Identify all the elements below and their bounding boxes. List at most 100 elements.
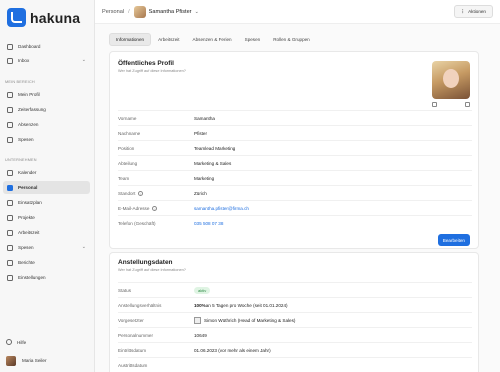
breadcrumb-personal[interactable]: Personal	[102, 9, 124, 15]
sidebar-item-inbox[interactable]: Inbox ⌄	[3, 54, 90, 67]
field-row: Eintrittsdatum 01.06.2023 (vor mehr als …	[118, 342, 472, 357]
inbox-icon	[7, 57, 13, 64]
sidebar-item-arbeitszeit[interactable]: Arbeitszeit	[3, 226, 90, 239]
person-selector[interactable]: Samantha Pfister	[149, 9, 192, 15]
chevron-down-icon[interactable]: ⌄	[195, 9, 199, 15]
sidebar-item-spesen[interactable]: Spesen ⌄	[3, 241, 90, 254]
field-value: 01.06.2023 (vor mehr als einem Jahr)	[194, 347, 271, 353]
pensum-percent: 100%	[194, 302, 206, 308]
phone-link[interactable]: 035 508 07 38	[194, 221, 223, 226]
sidebar-item-label: Personal	[18, 185, 38, 190]
field-row: Anstellungsverhältnis 100% an 5 Tagen pr…	[118, 297, 472, 312]
field-value: Simon Wüthrich (Head of Marketing & Sale…	[194, 316, 295, 324]
chart-icon	[7, 259, 13, 266]
sidebar-item-projekte[interactable]: Projekte	[3, 211, 90, 224]
app-logo[interactable]: hakuna	[7, 8, 80, 27]
field-label: Austrittsdatum	[118, 362, 148, 368]
field-value: 100% an 5 Tagen pro Woche (seit 01.01.20…	[194, 303, 288, 308]
sidebar-item-spesen-mein[interactable]: Spesen	[3, 133, 90, 146]
field-row: Austrittsdatum	[118, 357, 472, 372]
more-vertical-icon: ⋮	[460, 8, 466, 14]
status-badge: aktiv	[194, 286, 211, 294]
help-label: Hilfe	[17, 339, 27, 345]
field-row: Status aktiv	[118, 282, 472, 297]
breadcrumb-separator: /	[128, 9, 130, 15]
email-link[interactable]: samantha.pfister@firma.ch	[194, 206, 249, 211]
sidebar-item-einsatzplan[interactable]: Einsatzplan	[3, 196, 90, 209]
sidebar-item-label: Inbox	[18, 58, 30, 63]
access-info-link[interactable]: Wer hat Zugriff auf diese Informationen?	[118, 268, 186, 272]
delete-icon[interactable]	[465, 102, 470, 107]
edit-button[interactable]: Bearbeiten	[437, 234, 470, 246]
chevron-down-icon: ⌄	[81, 57, 86, 63]
tab-arbeitszeit[interactable]: Arbeitszeit	[152, 33, 185, 46]
calendar-icon	[7, 121, 13, 128]
supervisor-image-icon	[194, 316, 201, 324]
camera-icon[interactable]	[432, 102, 437, 107]
field-row: Telefon (Geschäft) 035 508 07 38	[118, 215, 472, 230]
info-icon[interactable]: i	[152, 205, 158, 211]
avatar	[6, 355, 16, 366]
field-label: Position	[118, 145, 135, 151]
field-row: E-Mail-Adresse i samantha.pfister@firma.c…	[118, 200, 472, 215]
supervisor-name[interactable]: Simon Wüthrich (Head of Marketing & Sale…	[204, 318, 295, 323]
field-value: Zürich	[194, 190, 207, 196]
user-menu[interactable]: Maria Seiler	[6, 354, 47, 367]
field-label: Telefon (Geschäft)	[118, 220, 156, 226]
chevron-down-icon: ⌄	[81, 244, 86, 250]
field-label: Team	[118, 175, 130, 181]
sidebar-item-zeiterfassung[interactable]: Zeiterfassung	[3, 103, 90, 116]
folder-icon	[7, 214, 13, 221]
sidebar-item-label: Berichte	[18, 260, 35, 265]
field-row: Nachname Pfister	[118, 125, 472, 140]
user-icon	[7, 91, 13, 98]
sidebar-item-absenzen[interactable]: Absenzen	[3, 118, 90, 131]
tab-bar: Informationen Arbeitszeit Absenzen & Fer…	[109, 33, 317, 46]
field-label: Personalnummer	[118, 332, 153, 338]
calendar-icon	[7, 169, 13, 176]
field-label: Eintrittsdatum	[118, 347, 147, 353]
sidebar-item-label: Kalender	[18, 170, 37, 175]
card-title: Anstellungsdaten	[118, 259, 173, 266]
field-label: Status	[118, 287, 132, 293]
tab-informationen[interactable]: Informationen	[109, 33, 152, 46]
sidebar-item-einstellungen[interactable]: Einstellungen	[3, 271, 90, 284]
field-row: Vorgesetzter Simon Wüthrich (Head of Mar…	[118, 312, 472, 327]
field-label-text: E-Mail-Adresse	[118, 205, 150, 211]
info-icon[interactable]: i	[138, 190, 144, 196]
field-value: Pfister	[194, 130, 208, 136]
field-row: Position Teamlead Marketing	[118, 140, 472, 155]
field-label: Anstellungsverhältnis	[118, 302, 162, 308]
help-link[interactable]: Hilfe	[6, 337, 26, 347]
field-value: Samantha	[194, 115, 215, 121]
receipt-icon	[7, 244, 13, 251]
public-profile-card: Öffentliches Profil Wer hat Zugriff auf …	[109, 51, 479, 249]
field-row: Abteilung Marketing & Sales	[118, 155, 472, 170]
topbar: Personal / Samantha Pfister ⌄ ⋮ Aktionen	[95, 0, 500, 24]
sidebar-item-berichte[interactable]: Berichte	[3, 256, 90, 269]
tab-spesen[interactable]: Spesen	[239, 33, 267, 46]
tab-absenzen-ferien[interactable]: Absenzen & Ferien	[187, 33, 238, 46]
tab-rollen-gruppen[interactable]: Rollen & Gruppen	[267, 33, 316, 46]
app-name: hakuna	[30, 9, 81, 26]
sidebar-item-kalender[interactable]: Kalender	[3, 166, 90, 179]
employment-card: Anstellungsdaten Wer hat Zugriff auf die…	[109, 252, 479, 372]
field-row: Vorname Samantha	[118, 110, 472, 125]
actions-button[interactable]: ⋮ Aktionen	[453, 5, 493, 18]
field-row: Team Marketing	[118, 170, 472, 185]
field-label-text: Standort	[118, 190, 136, 196]
sidebar-item-label: Absenzen	[18, 122, 39, 127]
access-info-link[interactable]: Wer hat Zugriff auf diese Informationen?	[118, 69, 186, 73]
field-label: Nachname	[118, 130, 141, 136]
sidebar-item-personal[interactable]: Personal	[3, 181, 90, 194]
sidebar-item-mein-profil[interactable]: Mein Profil	[3, 88, 90, 101]
field-label: Abteilung	[118, 160, 138, 166]
pensum-detail: an 5 Tagen pro Woche (seit 01.01.2024)	[205, 302, 288, 308]
gear-icon	[7, 274, 13, 281]
actions-label: Aktionen	[468, 9, 486, 14]
profile-photo[interactable]	[432, 61, 470, 99]
clock-icon	[7, 229, 13, 236]
sidebar-item-label: Zeiterfassung	[18, 107, 46, 112]
sidebar-item-dashboard[interactable]: Dashboard	[3, 40, 90, 53]
sidebar: hakuna Dashboard Inbox ⌄ MEIN BEREICH Me…	[0, 0, 95, 372]
